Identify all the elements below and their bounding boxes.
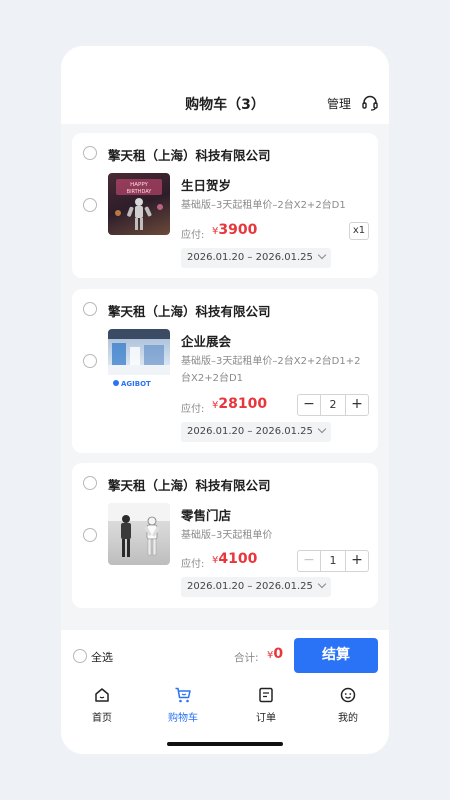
product-name: 企业展会 <box>181 334 232 349</box>
app-screen: 购物车（3） 管理 擎天租（上海）科技有限公司 HAPPY BIRTHDAY 生… <box>61 46 389 754</box>
cart-icon <box>175 687 191 703</box>
cart-item-card: 擎天租（上海）科技有限公司 零售门店 基础版–3天起租单价 应付: ¥4100 … <box>72 463 378 608</box>
tab-orders[interactable]: 订单 <box>236 686 296 724</box>
chevron-down-icon <box>317 579 327 589</box>
item-select-radio[interactable] <box>83 354 97 368</box>
increase-button[interactable]: + <box>346 551 368 571</box>
product-spec: 基础版–3天起租单价–2台X2+2台D1+2台X2+2台D1 <box>181 356 361 384</box>
shop-name[interactable]: 擎天租（上海）科技有限公司 <box>108 145 271 164</box>
home-icon <box>95 688 109 702</box>
tab-profile[interactable]: 我的 <box>318 686 378 724</box>
header: 购物车（3） 管理 <box>61 46 389 124</box>
svg-text:AGIBOT: AGIBOT <box>121 380 151 388</box>
tab-cart[interactable]: 购物车 <box>153 686 213 724</box>
checkout-bar: 全选 合计: ¥0 结算 <box>61 630 389 680</box>
product-thumbnail[interactable] <box>108 503 170 565</box>
shop-select-radio[interactable] <box>83 302 97 316</box>
home-indicator <box>167 742 283 746</box>
product-spec: 基础版–3天起租单价–2台X2+2台D1 <box>181 200 346 211</box>
bottom-tab-bar: 首页 购物车 订单 我的 <box>61 680 389 754</box>
profile-icon <box>340 687 356 703</box>
amount-due-label: 应付: <box>181 230 205 241</box>
product-thumbnail[interactable]: HAPPY BIRTHDAY <box>108 173 170 235</box>
item-price: ¥3900 <box>212 222 258 238</box>
tab-home[interactable]: 首页 <box>72 686 132 724</box>
product-thumbnail[interactable]: AGIBOT <box>108 329 170 391</box>
select-all-label[interactable]: 全选 <box>91 649 113 665</box>
total-amount: ¥0 <box>267 646 284 662</box>
chevron-down-icon <box>317 250 327 260</box>
shop-select-radio[interactable] <box>83 146 97 160</box>
svg-text:HAPPY: HAPPY <box>130 182 148 188</box>
quantity-stepper: − 2 + <box>297 394 369 416</box>
order-icon <box>259 687 273 703</box>
quantity-value[interactable]: 2 <box>320 395 346 415</box>
amount-due-label: 应付: <box>181 559 205 570</box>
customer-service-icon[interactable] <box>361 94 379 112</box>
cart-item-card: 擎天租（上海）科技有限公司 AGIBOT 企业展会 基础版–3天起租单价–2台X… <box>72 289 378 453</box>
quantity-badge: x1 <box>349 222 369 240</box>
product-spec: 基础版–3天起租单价 <box>181 530 273 541</box>
shop-name[interactable]: 擎天租（上海）科技有限公司 <box>108 475 271 494</box>
select-all-radio[interactable] <box>73 649 87 663</box>
item-select-radio[interactable] <box>83 198 97 212</box>
amount-due-label: 应付: <box>181 404 205 415</box>
item-select-radio[interactable] <box>83 528 97 542</box>
total-label: 合计: <box>234 652 259 664</box>
rental-date-selector[interactable]: 2026.01.20 – 2026.01.25 <box>181 577 331 597</box>
checkout-button[interactable]: 结算 <box>294 638 378 673</box>
product-name: 零售门店 <box>181 508 232 523</box>
chevron-down-icon <box>317 424 327 434</box>
decrease-button[interactable]: − <box>298 551 320 571</box>
quantity-stepper: − 1 + <box>297 550 369 572</box>
rental-date-selector[interactable]: 2026.01.20 – 2026.01.25 <box>181 422 331 442</box>
shop-name[interactable]: 擎天租（上海）科技有限公司 <box>108 301 271 320</box>
quantity-value[interactable]: 1 <box>320 551 346 571</box>
svg-text:BIRTHDAY: BIRTHDAY <box>127 189 153 195</box>
item-price: ¥28100 <box>212 396 268 412</box>
rental-date-selector[interactable]: 2026.01.20 – 2026.01.25 <box>181 248 331 268</box>
cart-item-card: 擎天租（上海）科技有限公司 HAPPY BIRTHDAY 生日贺岁 基础版–3天… <box>72 133 378 278</box>
increase-button[interactable]: + <box>346 395 368 415</box>
decrease-button[interactable]: − <box>298 395 320 415</box>
item-price: ¥4100 <box>212 551 258 567</box>
shop-select-radio[interactable] <box>83 476 97 490</box>
manage-button[interactable]: 管理 <box>327 95 351 112</box>
product-name: 生日贺岁 <box>181 178 232 193</box>
